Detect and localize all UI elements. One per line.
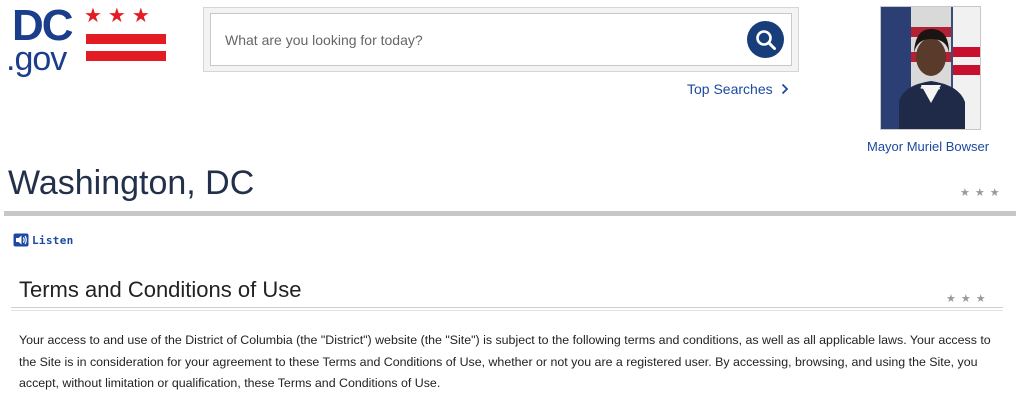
top-searches-link[interactable]: Top Searches [687, 81, 789, 97]
mayor-photo[interactable] [880, 6, 981, 130]
logo-gov-text: .gov [6, 40, 67, 78]
logo-stars: ★★★ [84, 5, 156, 27]
section-stars-decoration: ★★★ [946, 293, 991, 305]
logo-flag-bar [86, 51, 166, 61]
listen-button[interactable]: Listen [13, 233, 74, 247]
title-stars-decoration: ★★★ [960, 187, 1005, 199]
logo-flag-bar [86, 34, 166, 44]
speaker-icon [13, 233, 29, 247]
chevron-right-icon [781, 83, 788, 95]
mayor-portrait-image [881, 7, 980, 129]
section-divider [11, 310, 1003, 311]
terms-paragraph: Your access to and use of the District o… [19, 333, 991, 390]
listen-label: Listen [32, 233, 74, 247]
top-searches-label: Top Searches [687, 81, 773, 97]
search-button[interactable] [747, 21, 784, 58]
page-title: Washington, DC [8, 164, 255, 202]
title-divider [4, 211, 1016, 216]
mayor-name-link[interactable]: Mayor Muriel Bowser [867, 139, 989, 154]
search-icon [755, 29, 776, 50]
section-divider [11, 307, 1003, 308]
search-box [203, 7, 799, 72]
dc-gov-logo[interactable]: DC .gov ★★★ [6, 4, 166, 76]
section-title: Terms and Conditions of Use [19, 277, 302, 302]
search-input[interactable] [210, 13, 792, 66]
